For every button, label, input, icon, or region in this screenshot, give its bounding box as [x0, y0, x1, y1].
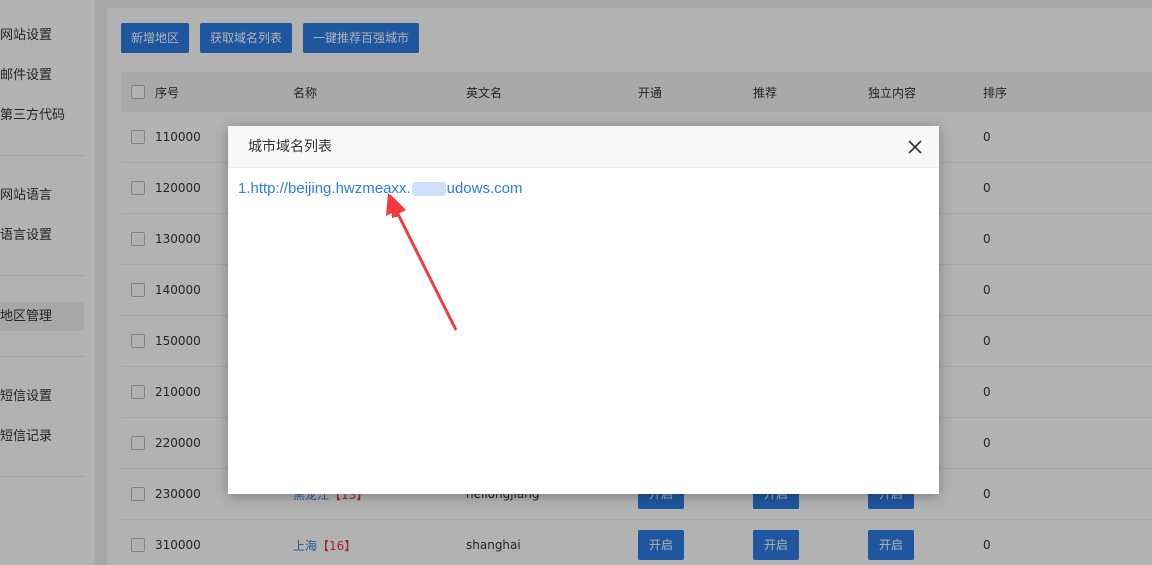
modal-body: 1.http://beijing.hwzmeaxx. udows.com [228, 168, 939, 210]
redacted-mark [411, 182, 446, 197]
modal-header: 城市域名列表 [228, 126, 939, 168]
modal-title: 城市域名列表 [248, 139, 332, 155]
domain-link-suffix: udows.com [446, 180, 523, 197]
domain-link[interactable]: 1.http://beijing.hwzmeaxx. udows.com [238, 180, 522, 197]
domain-link-prefix: 1.http://beijing.hwzmeaxx. [238, 180, 411, 197]
close-icon[interactable] [907, 139, 923, 155]
domain-list-modal: 城市域名列表 1.http://beijing.hwzmeaxx. udows.c… [228, 126, 939, 494]
